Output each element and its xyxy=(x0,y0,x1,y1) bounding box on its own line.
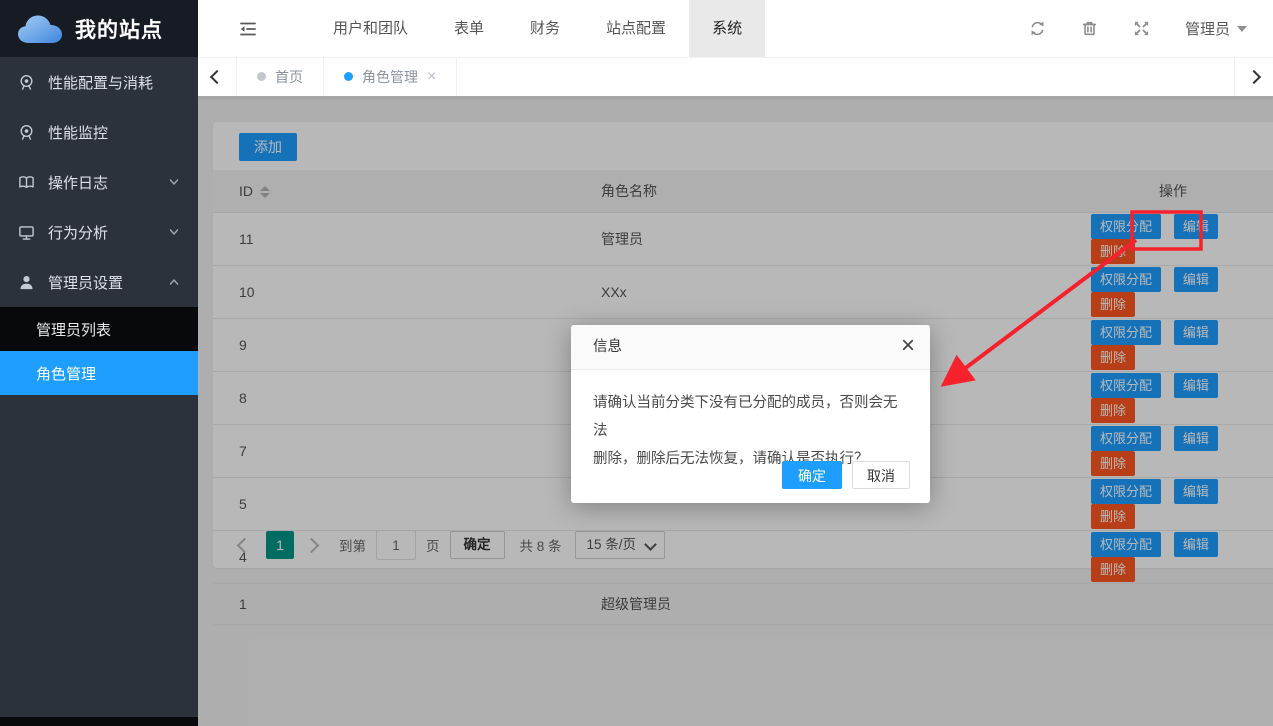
cloud-logo-icon xyxy=(17,13,63,45)
monitor-icon xyxy=(18,224,35,241)
chevron-right-icon xyxy=(1247,69,1261,83)
chevron-icon xyxy=(168,276,180,288)
collapse-menu-icon[interactable] xyxy=(238,21,258,37)
sidebar-menu-label: 性能监控 xyxy=(48,122,108,143)
dialog-message: 请确认当前分类下没有已分配的成员，否则会无法 删除，删除后无法恢复，请确认是否执… xyxy=(571,370,930,473)
dialog-footer: 确定 取消 xyxy=(782,461,910,489)
sidebar-menu-label: 管理员设置 xyxy=(48,272,123,293)
top-actions: 管理员 xyxy=(1029,18,1273,39)
user-name: 管理员 xyxy=(1185,18,1230,39)
sidebar-footer xyxy=(0,717,198,726)
top-nav-item[interactable]: 用户和团队 xyxy=(310,0,431,57)
sidebar-menu-item[interactable]: 性能监控 xyxy=(0,107,198,157)
top-nav-item[interactable]: 站点配置 xyxy=(583,0,689,57)
dialog-message-line1: 请确认当前分类下没有已分配的成员，否则会无法 xyxy=(593,389,908,445)
sidebar-menu-label: 性能配置与消耗 xyxy=(48,72,153,93)
fullscreen-icon[interactable] xyxy=(1133,20,1150,37)
tab-label: 角色管理 xyxy=(362,67,418,87)
sidebar: 我的站点 性能配置与消耗 性能监控 操作日志 xyxy=(0,0,198,726)
sidebar-submenu: 管理员列表 角色管理 xyxy=(0,307,198,395)
broadcast-icon xyxy=(18,74,35,91)
top-nav-item[interactable]: 系统 xyxy=(689,0,765,57)
top-nav-item[interactable]: 财务 xyxy=(507,0,583,57)
refresh-icon[interactable] xyxy=(1029,20,1046,37)
chevron-icon xyxy=(168,226,180,238)
cancel-button[interactable]: 取消 xyxy=(852,461,910,489)
dialog-title: 信息 xyxy=(593,339,622,355)
tab-label: 首页 xyxy=(275,67,303,87)
caret-down-icon xyxy=(1237,26,1247,32)
sidebar-submenu-item[interactable]: 角色管理 xyxy=(0,351,198,395)
sidebar-menu-label: 行为分析 xyxy=(48,222,108,243)
site-title: 我的站点 xyxy=(75,14,163,44)
user-icon xyxy=(18,274,35,291)
topbar: 用户和团队 表单 财务 站点配置 系统 管理员 xyxy=(198,0,1273,58)
top-nav: 用户和团队 表单 财务 站点配置 系统 xyxy=(310,0,765,57)
dialog-header: 信息 × xyxy=(571,325,930,370)
sidebar-menu-item[interactable]: 行为分析 xyxy=(0,207,198,257)
chevron-left-icon xyxy=(210,69,224,83)
sidebar-menu-item[interactable]: 性能配置与消耗 xyxy=(0,57,198,107)
sidebar-submenu-label: 管理员列表 xyxy=(36,319,111,340)
close-icon[interactable]: × xyxy=(901,325,915,367)
tab-home[interactable]: 首页 xyxy=(237,57,324,96)
sidebar-submenu-item[interactable]: 管理员列表 xyxy=(0,307,198,351)
confirm-dialog: 信息 × 请确认当前分类下没有已分配的成员，否则会无法 删除，删除后无法恢复，请… xyxy=(571,325,930,503)
sidebar-menu-item[interactable]: 操作日志 xyxy=(0,157,198,207)
user-menu[interactable]: 管理员 xyxy=(1185,18,1247,39)
tabs-scroll-right-button[interactable] xyxy=(1234,57,1273,96)
tab-close-icon[interactable]: × xyxy=(427,69,436,85)
sidebar-menu-label: 操作日志 xyxy=(48,172,108,193)
tab-role-management[interactable]: 角色管理 × xyxy=(324,57,457,96)
sidebar-menu: 性能配置与消耗 性能监控 操作日志 行为分析 xyxy=(0,57,198,307)
sidebar-menu-item[interactable]: 管理员设置 xyxy=(0,257,198,307)
chevron-icon xyxy=(168,176,180,188)
logo: 我的站点 xyxy=(0,0,198,57)
tab-dot-icon xyxy=(344,72,353,81)
tab-dot-icon xyxy=(257,72,266,81)
tabbar: 首页 角色管理 × xyxy=(198,57,1273,97)
tabs-scroll-left-button[interactable] xyxy=(198,57,237,96)
broadcast-icon xyxy=(18,124,35,141)
book-icon xyxy=(18,174,35,191)
sidebar-submenu-label: 角色管理 xyxy=(36,363,96,384)
top-nav-item[interactable]: 表单 xyxy=(431,0,507,57)
ok-button[interactable]: 确定 xyxy=(782,461,842,489)
trash-icon[interactable] xyxy=(1081,20,1098,37)
